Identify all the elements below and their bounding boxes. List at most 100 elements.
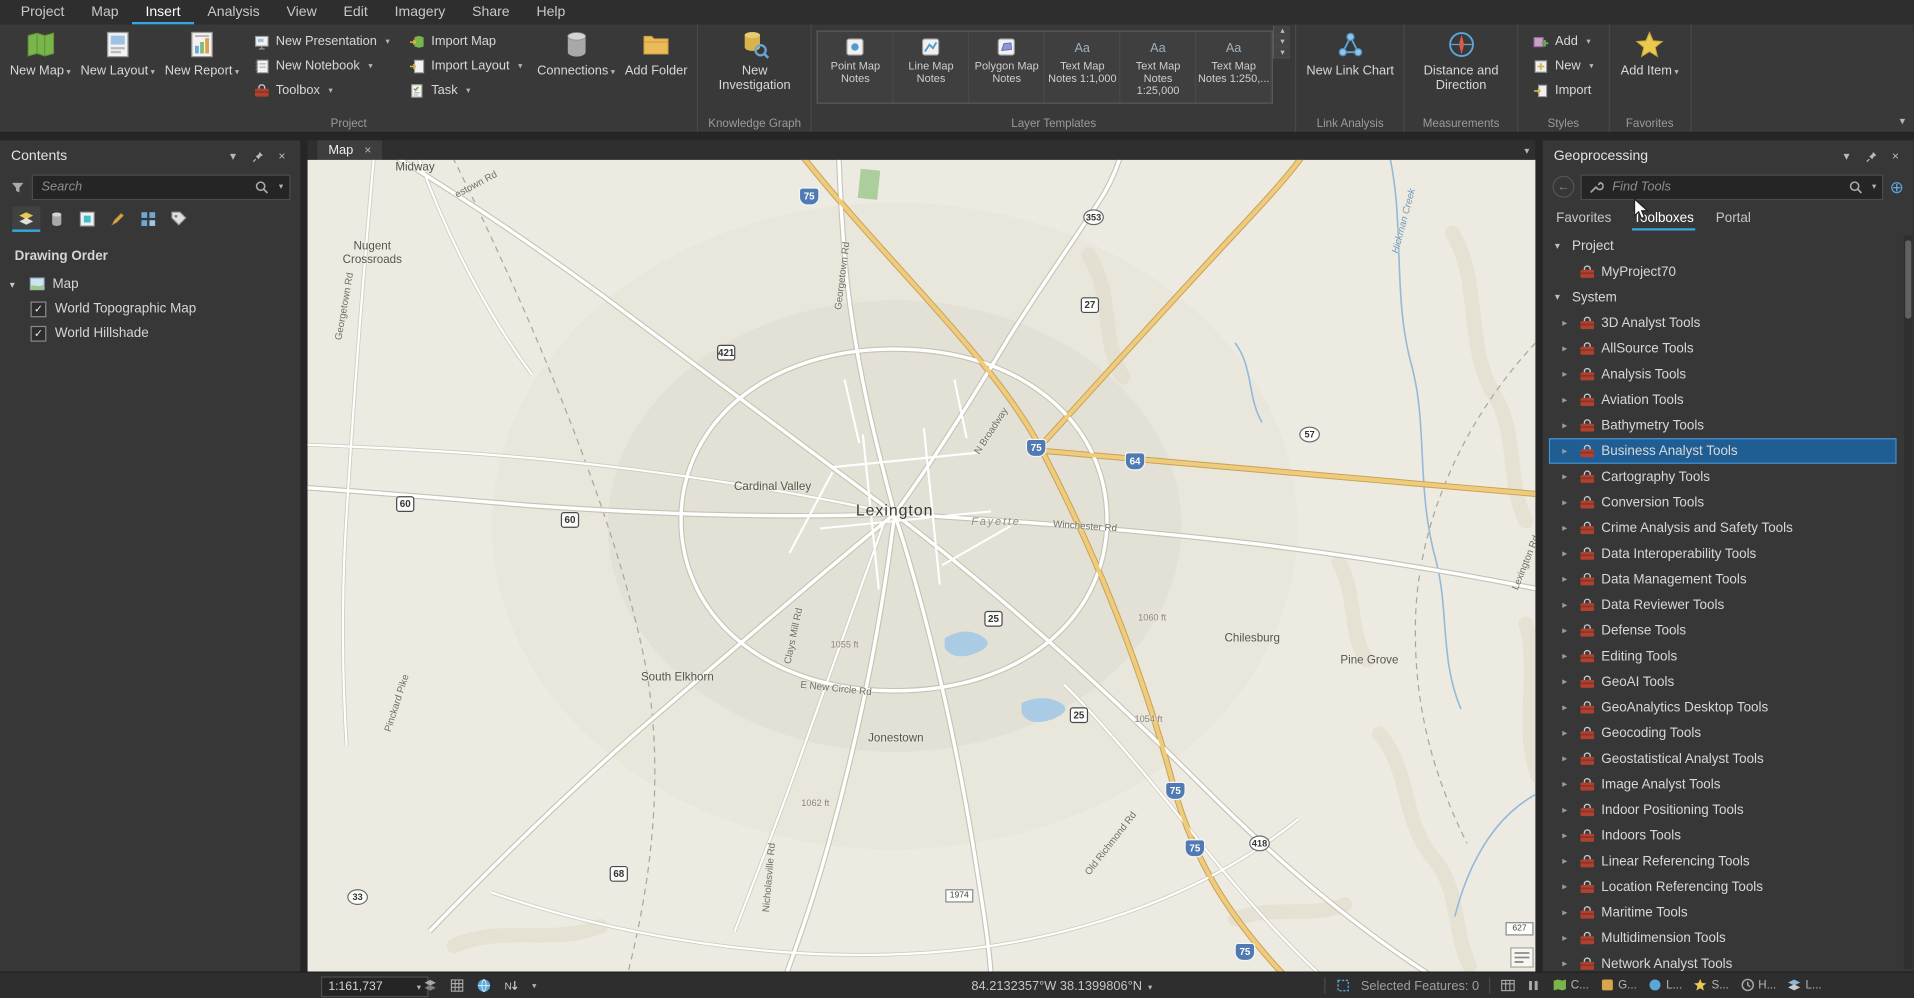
list-by-drawing-order-icon[interactable] [12,206,41,232]
toolbox-button[interactable]: Toolbox ▾ [250,81,393,101]
expander-icon[interactable] [1562,599,1573,610]
expander-icon[interactable] [1562,958,1573,969]
toolbox-tree-item[interactable]: Maritime Tools [1543,900,1914,926]
gallery-down-icon[interactable]: ▾ [1274,36,1291,48]
list-by-labeling-icon[interactable] [165,206,193,232]
menu-map[interactable]: Map [78,0,132,24]
new-map-button[interactable]: New Map ▾ [5,26,76,79]
expander-icon[interactable] [1562,804,1573,815]
gallery-expand-icon[interactable]: ▾ [1274,47,1291,59]
expander-icon[interactable] [1562,522,1573,533]
add-toolbox-icon[interactable]: ⊕ [1890,178,1904,195]
add-folder-button[interactable]: Add Folder [620,26,692,79]
status-layers-icon[interactable] [422,978,438,994]
layer-checkbox[interactable] [30,325,47,342]
styles-add-button[interactable]: Add ▾ [1529,32,1597,52]
layer-row[interactable]: World Hillshade [0,321,300,345]
expander-icon[interactable] [1562,420,1573,431]
expander-icon[interactable] [1562,702,1573,713]
expander-icon[interactable] [1562,548,1573,559]
expander-icon[interactable] [1562,317,1573,328]
toolbox-tree-item[interactable]: Bathymetry Tools [1543,413,1914,439]
toolbox-tree-item[interactable]: System [1543,284,1914,310]
tab-portal[interactable]: Portal [1715,211,1753,231]
list-by-editing-icon[interactable] [104,206,132,232]
expander-icon[interactable] [1562,830,1573,841]
gallery-item-point-map-notes[interactable]: Point Map Notes [818,31,894,103]
tray-item[interactable]: G... [1600,978,1637,993]
toolbox-tree-item[interactable]: Conversion Tools [1543,489,1914,515]
find-tools-input[interactable] [1609,178,1842,196]
map-view-tab[interactable]: Map × [317,140,383,160]
expander-icon[interactable] [1562,651,1573,662]
new-investigation-button[interactable]: New Investigation [703,26,806,93]
toolbox-tree-item[interactable]: Defense Tools [1543,618,1914,644]
toolbox-tree-item[interactable]: Image Analyst Tools [1543,771,1914,797]
toolbox-tree-item[interactable]: GeoAI Tools [1543,669,1914,695]
new-presentation-button[interactable]: New Presentation ▾ [250,32,393,52]
menu-edit[interactable]: Edit [330,0,381,24]
menu-share[interactable]: Share [459,0,523,24]
map-canvas[interactable]: Midway estown Rd Nugent Crossroads Georgeto… [307,159,1536,972]
map-coordinates[interactable]: 84.2132357°W 38.1399806°N ▾ [903,979,1220,994]
panel-menu-chevron-icon[interactable]: ▾ [1839,149,1854,164]
toolbox-tree-item[interactable]: Multidimension Tools [1543,925,1914,951]
expander-icon[interactable] [1562,343,1573,354]
list-by-snapping-icon[interactable] [134,206,162,232]
selection-icon[interactable] [1335,978,1351,994]
north-arrow-icon[interactable]: N [503,978,519,994]
add-item-button[interactable]: Add Item ▾ [1614,26,1685,79]
contents-search-input[interactable] [39,178,249,196]
expander-icon[interactable] [1562,471,1573,482]
menu-help[interactable]: Help [523,0,579,24]
toolbox-tree-item[interactable]: Cartography Tools [1543,464,1914,490]
layer-item-map[interactable]: ▾ Map [0,272,300,296]
toolbox-tree-item[interactable]: 3D Analyst Tools [1543,310,1914,336]
connections-button[interactable]: Connections ▾ [532,26,620,79]
scrollbar[interactable] [1903,235,1913,970]
panel-menu-chevron-icon[interactable]: ▾ [226,149,241,164]
find-tools-search[interactable]: ▾ [1580,173,1884,200]
distance-and-direction-button[interactable]: Distance and Direction [1410,26,1513,93]
close-tab-icon[interactable]: × [364,143,371,156]
toolbox-tree-item[interactable]: Geostatistical Analyst Tools [1543,746,1914,772]
close-icon[interactable]: × [1888,149,1903,164]
tab-favorites[interactable]: Favorites [1555,211,1613,231]
status-grid-icon[interactable] [449,978,465,994]
expander-icon[interactable]: ▾ [10,279,22,290]
gallery-item-text-map-notes-250000[interactable]: Aa Text Map Notes 1:250,... [1196,31,1273,103]
toolbox-tree-item[interactable]: Aviation Tools [1543,387,1914,413]
menu-analysis[interactable]: Analysis [194,0,273,24]
expander-icon[interactable] [1555,292,1566,303]
toolbox-tree-item[interactable]: Data Interoperability Tools [1543,541,1914,567]
menu-project[interactable]: Project [7,0,78,24]
expander-icon[interactable] [1562,394,1573,405]
toolbox-tree-item[interactable]: Linear Referencing Tools [1543,848,1914,874]
toolbox-tree-item[interactable]: AllSource Tools [1543,336,1914,362]
map-notes-overlay-icon[interactable] [1510,947,1534,968]
toolbox-tree-item[interactable]: Business Analyst Tools [1548,438,1897,464]
task-button[interactable]: Task ▾ [406,81,526,101]
scrollbar-thumb[interactable] [1905,240,1912,319]
toolbox-tree-item[interactable]: Indoors Tools [1543,823,1914,849]
tray-item[interactable]: S... [1693,978,1729,993]
toolbox-tree-item[interactable]: Project [1543,233,1914,259]
toolbox-tree-item[interactable]: Location Referencing Tools [1543,874,1914,900]
new-notebook-button[interactable]: New Notebook ▾ [250,56,393,76]
styles-new-button[interactable]: New ▾ [1529,56,1597,76]
toolbox-tree-item[interactable]: Data Reviewer Tools [1543,592,1914,618]
list-by-selection-icon[interactable] [73,206,101,232]
close-icon[interactable]: × [275,149,290,164]
import-map-button[interactable]: Import Map [406,32,526,52]
toolbox-tree-item[interactable]: Network Analyst Tools [1543,951,1914,972]
gallery-item-line-map-notes[interactable]: Line Map Notes [894,31,970,103]
toolbox-tree-item[interactable]: Data Management Tools [1543,566,1914,592]
toolbox-tree-item[interactable]: Indoor Positioning Tools [1543,797,1914,823]
gallery-item-text-map-notes-25000[interactable]: Aa Text Map Notes 1:25,000 [1121,31,1197,103]
menu-view[interactable]: View [273,0,330,24]
gallery-item-text-map-notes-1000[interactable]: Aa Text Map Notes 1:1,000 [1045,31,1121,103]
pin-icon[interactable] [1864,149,1879,164]
expander-icon[interactable] [1562,369,1573,380]
expander-icon[interactable] [1562,625,1573,636]
toolbox-tree-item[interactable]: Geocoding Tools [1543,720,1914,746]
